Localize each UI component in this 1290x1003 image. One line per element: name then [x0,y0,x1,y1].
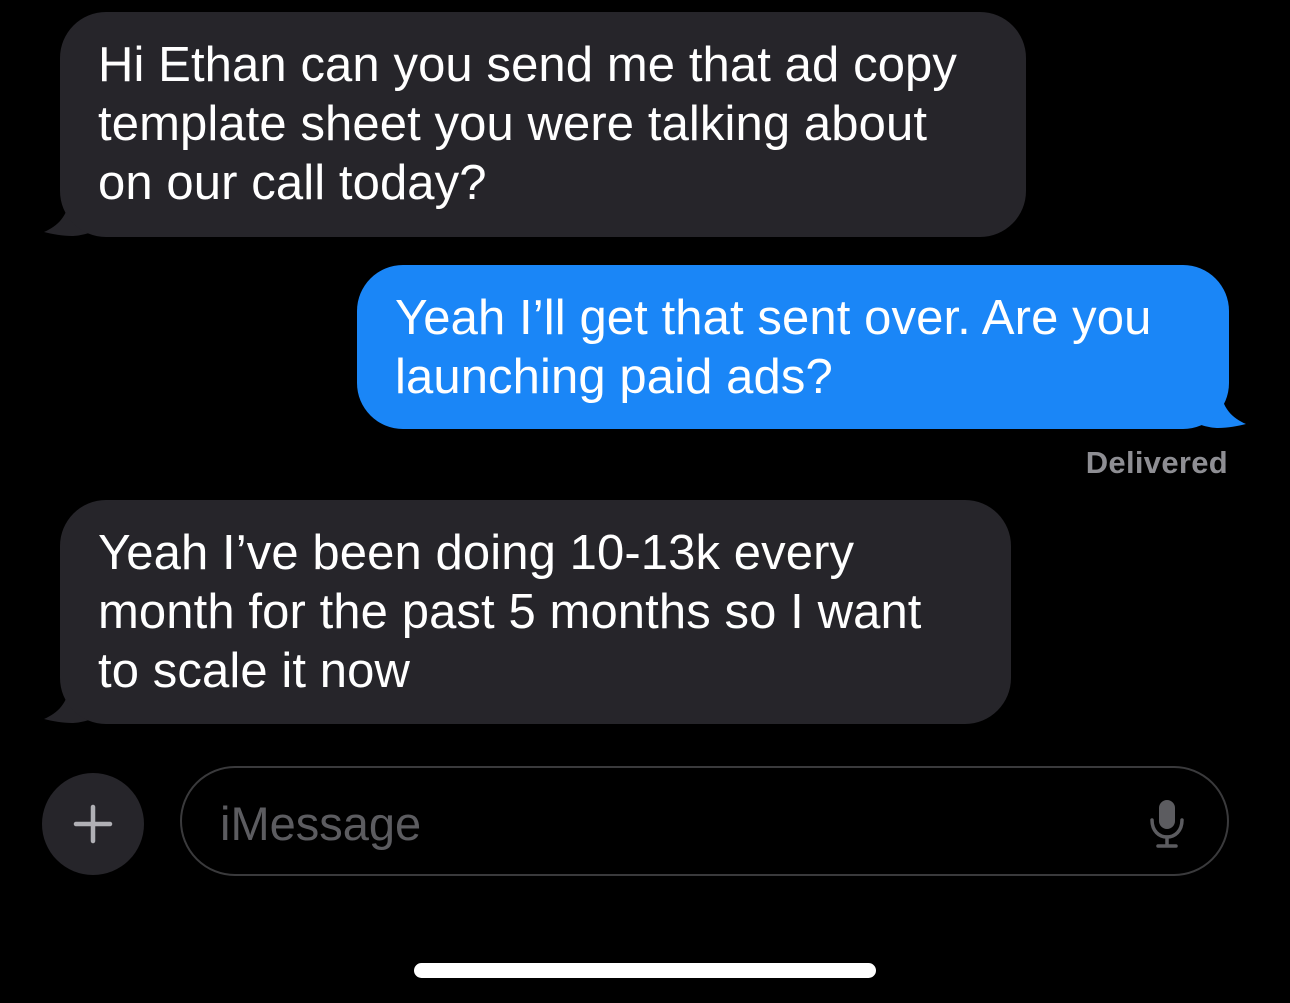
message-text: Yeah I’ll get that sent over. Are you la… [395,291,1152,404]
message-bubble-incoming[interactable]: Hi Ethan can you send me that ad copy te… [60,12,1026,237]
microphone-icon [1150,800,1184,848]
message-thread[interactable]: Hi Ethan can you send me that ad copy te… [0,0,1290,740]
plus-icon [73,804,113,844]
input-placeholder: iMessage [220,797,422,850]
home-indicator[interactable] [414,963,876,978]
add-attachment-button[interactable] [42,773,144,875]
message-bubble-incoming[interactable]: Yeah I’ve been doing 10-13k every month … [60,500,1011,724]
dictation-button[interactable] [1145,796,1189,852]
imessage-input[interactable]: iMessage [180,766,1229,876]
message-bubble-outgoing[interactable]: Yeah I’ll get that sent over. Are you la… [357,265,1229,429]
message-text: Hi Ethan can you send me that ad copy te… [98,38,957,210]
message-text: Yeah I’ve been doing 10-13k every month … [98,526,922,698]
delivery-status: Delivered [1085,445,1228,480]
message-composer: iMessage [0,760,1290,890]
